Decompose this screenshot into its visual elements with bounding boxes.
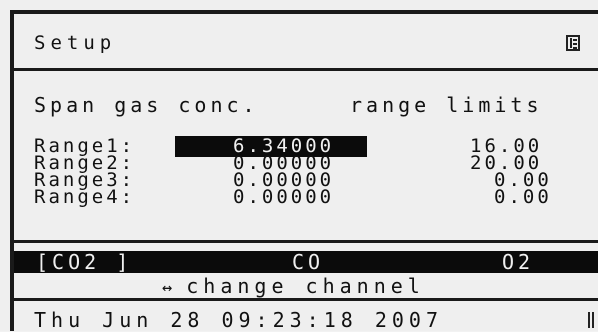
instrument-screen: Setup Span gas conc. range limits Range1… — [0, 0, 598, 331]
range4-value[interactable]: 0.00000 — [233, 188, 334, 207]
footer-divider — [10, 298, 598, 301]
channel-co[interactable]: CO — [292, 252, 324, 272]
channel-o2[interactable]: O2 — [502, 252, 534, 272]
screen-frame-top — [10, 10, 598, 14]
menu-icon[interactable] — [566, 35, 580, 51]
range4-limit: 0.00 — [494, 186, 552, 208]
channel-co2[interactable]: [CO2 ] — [36, 252, 132, 272]
channel-divider — [10, 240, 598, 243]
change-channel-text: change channel — [186, 274, 425, 298]
range-limits-heading: range limits — [350, 93, 543, 117]
left-right-arrow-icon: ↔ — [162, 278, 173, 298]
page-title: Setup — [34, 32, 117, 54]
header-divider — [10, 68, 598, 71]
change-channel-hint: ↔ change channel — [162, 276, 425, 298]
screen-frame-left — [10, 10, 14, 331]
footer-datetime: Thu Jun 28 09:23:18 2007 — [34, 308, 443, 332]
scroll-indicator-icon — [588, 312, 594, 328]
span-gas-heading: Span gas conc. — [34, 93, 259, 117]
range4-label: Range4: — [34, 186, 136, 208]
